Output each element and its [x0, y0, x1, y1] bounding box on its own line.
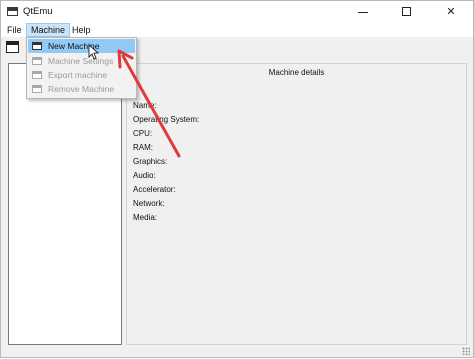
machine-details-panel: Machine details Name: Operating System: …	[126, 63, 467, 345]
maximize-button[interactable]	[385, 1, 429, 23]
remove-icon	[32, 85, 42, 93]
machine-list[interactable]	[8, 63, 122, 345]
menu-item-new-machine[interactable]: New Machine	[28, 39, 135, 53]
detail-label-ram: RAM:	[133, 143, 153, 152]
detail-label-network: Network:	[133, 199, 165, 208]
resize-grip-icon[interactable]	[462, 347, 470, 355]
minimize-icon	[358, 12, 368, 13]
detail-label-cpu: CPU:	[133, 129, 153, 138]
detail-label-audio: Audio:	[133, 171, 156, 180]
menu-item-label: Machine Settings	[48, 56, 114, 66]
export-icon	[32, 71, 42, 79]
detail-label-operating-system: Operating System:	[133, 115, 200, 124]
menu-item-remove-machine[interactable]: Remove Machine	[28, 82, 135, 96]
menu-item-label: Export machine	[48, 70, 108, 80]
app-window: QtEmu ✕ File Machine Help Machine detail…	[0, 0, 474, 358]
status-bar	[1, 346, 473, 357]
menu-machine[interactable]: Machine	[26, 23, 71, 37]
machine-dropdown-menu: New Machine Machine Settings Export mach…	[26, 37, 137, 99]
menu-item-label: New Machine	[48, 41, 100, 51]
detail-label-accelerator: Accelerator:	[133, 185, 176, 194]
close-button[interactable]: ✕	[429, 1, 473, 23]
menu-help[interactable]: Help	[68, 23, 95, 37]
menu-file[interactable]: File	[3, 23, 26, 37]
detail-label-media: Media:	[133, 213, 158, 222]
menu-item-label: Remove Machine	[48, 84, 115, 94]
settings-icon	[32, 57, 42, 65]
close-icon: ✕	[446, 6, 456, 18]
menu-item-machine-settings[interactable]: Machine Settings	[28, 54, 135, 68]
menu-item-export-machine[interactable]: Export machine	[28, 68, 135, 82]
machine-details-title: Machine details	[268, 68, 325, 77]
new-machine-icon	[32, 42, 42, 50]
detail-label-graphics: Graphics:	[133, 157, 168, 166]
detail-label-name: Name:	[133, 101, 157, 110]
new-machine-toolbar-icon[interactable]	[6, 41, 19, 53]
minimize-button[interactable]	[341, 1, 385, 23]
maximize-icon	[402, 7, 411, 16]
title-bar[interactable]: QtEmu ✕	[1, 1, 473, 23]
app-icon	[7, 7, 18, 16]
window-title: QtEmu	[23, 6, 53, 17]
menu-bar: File Machine Help	[1, 23, 473, 37]
